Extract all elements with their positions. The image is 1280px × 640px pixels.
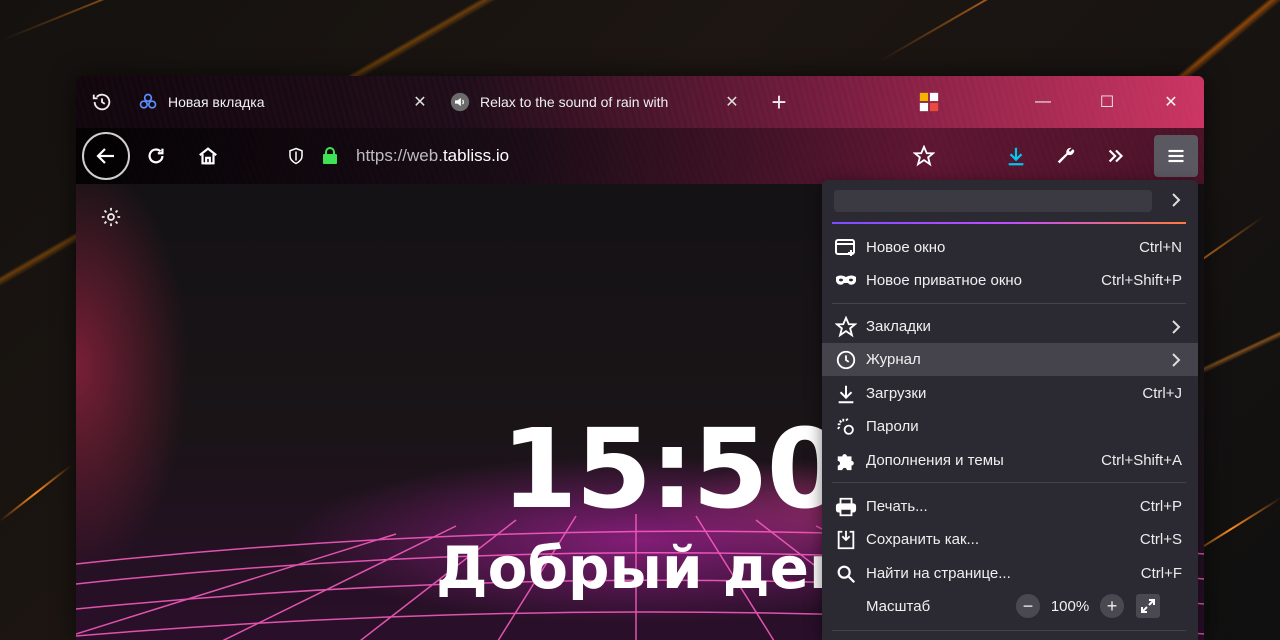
url-prefix: https://web. [356,146,443,165]
key-icon [834,415,858,439]
new-window-icon [834,236,858,260]
menu-item-find-in-page[interactable]: Найти на странице... Ctrl+F [822,557,1198,590]
bookmark-star-button[interactable] [906,138,942,174]
hamburger-icon [1168,149,1184,163]
greeting-text: Добрый день [436,534,886,602]
menu-item-label: Закладки [866,318,931,335]
tab-new-tab[interactable]: Новая вкладка ✕ [138,84,430,120]
desktop-wallpaper-streak [879,0,1245,62]
menu-item-passwords[interactable]: Пароли [822,410,1198,443]
double-chevron-icon [1108,149,1124,163]
menu-item-label: Новое окно [866,239,946,256]
downloads-button[interactable] [998,138,1034,174]
wrench-icon [1057,147,1075,164]
zoom-out-button[interactable]: − [1016,594,1040,618]
home-button[interactable] [190,138,226,174]
app-menu-panel: Новое окно Ctrl+N Новое приватное окно C… [822,180,1198,640]
close-window-button[interactable]: ✕ [1156,88,1186,116]
menu-item-label: Сохранить как... [866,531,980,548]
tab-title: Новая вкладка [168,94,265,110]
printer-icon [834,495,858,519]
app-menu-button[interactable] [1154,135,1198,177]
menu-divider [832,482,1186,483]
menu-item-save-as[interactable]: Сохранить как... Ctrl+S [822,523,1198,556]
zoom-level[interactable]: 100% [1040,598,1100,615]
menu-item-new-window[interactable]: Новое окно Ctrl+N [822,231,1198,264]
menu-zoom-row: Масштаб − 100% + [822,590,1198,623]
back-button[interactable] [82,132,130,180]
menu-item-shortcut: Ctrl+Shift+P [1101,272,1182,289]
menu-item-label: Дополнения и темы [866,452,1004,469]
menu-item-shortcut: Ctrl+S [1139,531,1182,548]
menu-item-label: Найти на странице... [866,565,1011,582]
chevron-right-icon[interactable] [1166,188,1186,212]
menu-item-print[interactable]: Печать... Ctrl+P [822,490,1198,523]
chevron-right-icon [1166,319,1186,335]
fullscreen-expand-icon[interactable] [1136,594,1160,618]
menu-item-shortcut: Ctrl+N [1139,239,1182,256]
new-tab-button[interactable]: + [764,87,794,117]
desktop-wallpaper-streak [0,464,72,522]
puzzle-icon [834,449,858,473]
star-icon [913,145,935,167]
tab-close-icon[interactable]: ✕ [722,92,742,112]
tracking-shield-icon[interactable] [284,147,308,165]
lock-icon[interactable] [320,147,340,165]
menu-item-shortcut: Ctrl+F [1140,565,1182,582]
minimize-button[interactable]: — [1028,88,1058,116]
download-icon [1008,147,1024,166]
menu-item-label: Печать... [866,498,928,515]
extensions-grid-icon[interactable] [914,88,944,116]
menu-item-shortcut: Ctrl+P [1139,498,1182,515]
menu-item-history[interactable]: Журнал [822,343,1198,376]
desktop-wallpaper-streak [0,0,464,42]
tab-relax-rain[interactable]: Relax to the sound of rain with ✕ [450,84,742,120]
clock-icon [834,348,858,372]
download-icon [834,382,858,406]
arrow-left-icon [96,148,114,164]
account-bar[interactable] [834,190,1152,212]
dev-tools-button[interactable] [1048,138,1084,174]
menu-item-label: Загрузки [866,385,927,402]
browser-window: Новая вкладка ✕ Relax to the sound of ra… [76,76,1204,640]
menu-item-shortcut: Ctrl+Shift+A [1101,452,1182,469]
menu-item-shortcut: Ctrl+J [1142,385,1182,402]
reload-icon [148,148,164,164]
maximize-button[interactable]: ☐ [1092,88,1122,116]
tab-title: Relax to the sound of rain with [480,94,669,110]
home-icon [199,147,217,165]
menu-divider [832,630,1186,631]
star-icon [834,315,858,339]
tab-strip: Новая вкладка ✕ Relax to the sound of ra… [76,76,1204,128]
reload-button[interactable] [138,138,174,174]
recent-history-icon[interactable] [88,88,116,116]
address-bar[interactable]: https://web. tabliss.io [284,138,974,174]
save-icon [834,528,858,552]
menu-item-addons[interactable]: Дополнения и темы Ctrl+Shift+A [822,444,1198,477]
chevron-right-icon [1166,352,1186,368]
search-icon [834,562,858,586]
clock-time: 15:50 [501,405,843,533]
speaker-audio-icon[interactable] [450,92,470,112]
menu-item-label: Новое приватное окно [866,272,1023,289]
private-mask-icon [834,269,858,293]
menu-item-label: Пароли [866,418,919,435]
zoom-label: Масштаб [866,598,931,615]
settings-gear-icon[interactable] [100,206,124,230]
url-domain: tabliss.io [442,146,510,165]
menu-item-private-window[interactable]: Новое приватное окно Ctrl+Shift+P [822,264,1198,297]
zoom-in-button[interactable]: + [1100,594,1124,618]
zoom-controls: − 100% + [1016,594,1160,618]
tabliss-favicon-icon [138,92,158,112]
overflow-chevron-button[interactable] [1098,138,1134,174]
menu-item-label: Журнал [866,351,921,368]
menu-item-downloads[interactable]: Загрузки Ctrl+J [822,377,1198,410]
tab-close-icon[interactable]: ✕ [410,92,430,112]
menu-divider [832,303,1186,304]
menu-item-bookmarks[interactable]: Закладки [822,310,1198,343]
account-divider [832,222,1186,224]
